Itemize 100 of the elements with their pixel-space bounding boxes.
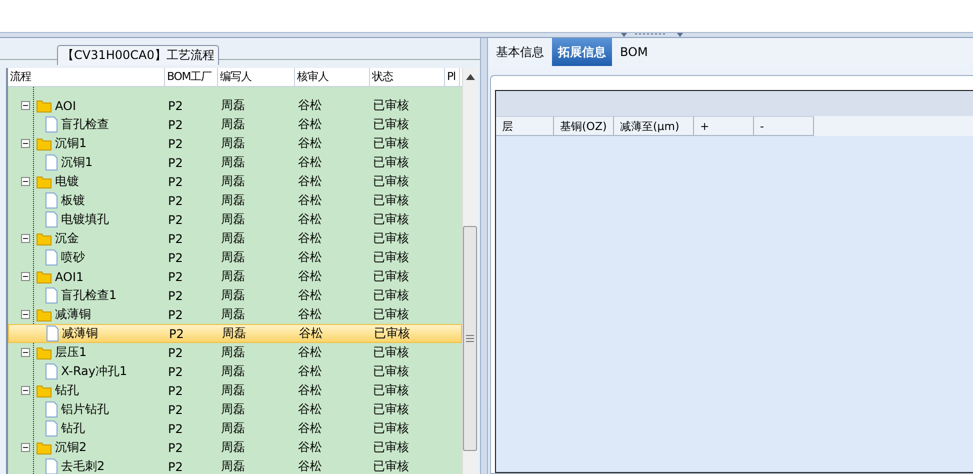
- table-cell-text: 已审核: [372, 420, 410, 437]
- table-cell-text: 谷松: [297, 287, 323, 304]
- table-cell-text: 谷松: [297, 211, 323, 228]
- tab[interactable]: 拓展信息: [552, 38, 612, 66]
- tree-row[interactable]: 钻孔 P2 周磊 谷松 已审核: [8, 381, 462, 400]
- table-cell-text: 已审核: [372, 116, 410, 133]
- collapse-icon[interactable]: [21, 386, 30, 395]
- tree-row[interactable]: 减薄铜 P2 周磊 谷松 已审核: [8, 305, 462, 324]
- scroll-up-icon[interactable]: [466, 74, 474, 80]
- tree-row[interactable]: 喷砂 P2 周磊 谷松 已审核: [8, 248, 462, 267]
- table-cell-text: 已审核: [372, 306, 410, 323]
- column-header[interactable]: 核审人: [295, 68, 370, 86]
- tree-row[interactable]: AOI1 P2 周磊 谷松 已审核: [8, 267, 462, 286]
- column-header[interactable]: BOM工厂: [165, 68, 218, 86]
- step-name: 减薄铜: [55, 306, 91, 323]
- tree-row[interactable]: 盲孔检查1 P2 周磊 谷松 已审核: [8, 286, 462, 305]
- collapse-icon[interactable]: [21, 139, 30, 148]
- collapse-icon[interactable]: [21, 234, 30, 243]
- step-name: 铝片钻孔: [61, 401, 109, 418]
- folder-icon: [36, 346, 52, 360]
- table-cell-text: 周磊: [220, 306, 246, 323]
- table-cell-text: P2: [167, 440, 184, 454]
- column-header[interactable]: Pl: [445, 68, 460, 86]
- tree-row[interactable]: 电镀填孔 P2 周磊 谷松 已审核: [8, 210, 462, 229]
- column-header[interactable]: 状态: [370, 68, 445, 86]
- tree-row[interactable]: 沉铜1 P2 周磊 谷松 已审核: [8, 153, 462, 172]
- step-name: X-Ray冲孔1: [61, 363, 128, 380]
- step-name: 钻孔: [55, 382, 79, 399]
- collapse-icon[interactable]: [21, 348, 30, 357]
- table-cell-text: 谷松: [297, 363, 323, 380]
- tree-row[interactable]: X-Ray冲孔1 P2 周磊 谷松 已审核: [8, 362, 462, 381]
- step-name: 沉铜2: [55, 439, 87, 456]
- column-header[interactable]: +: [694, 116, 754, 136]
- collapse-icon[interactable]: [21, 101, 30, 110]
- document-icon: [45, 192, 58, 209]
- tree-row[interactable]: 电镀 P2 周磊 谷松 已审核: [8, 172, 462, 191]
- table-cell-text: 周磊: [220, 249, 246, 266]
- table-cell-text: 已审核: [372, 401, 410, 418]
- table-cell-text: 谷松: [297, 192, 323, 209]
- collapse-icon[interactable]: [21, 177, 30, 186]
- table-cell-text: 周磊: [220, 363, 246, 380]
- splitter-grip-icon[interactable]: [620, 33, 682, 39]
- column-header[interactable]: 减薄至(μm): [614, 116, 694, 136]
- tree-row[interactable]: 钻孔 P2 周磊 谷松 已审核: [8, 419, 462, 438]
- table-cell-text: 谷松: [297, 420, 323, 437]
- scrollbar[interactable]: [462, 68, 477, 474]
- step-name: 盲孔检查1: [61, 287, 117, 304]
- table-cell-text: 已审核: [373, 325, 411, 342]
- table-cell-text: 谷松: [297, 173, 323, 190]
- tab[interactable]: BOM: [614, 38, 654, 66]
- document-icon: [45, 401, 58, 418]
- step-name: 电镀填孔: [61, 211, 109, 228]
- tree-row[interactable]: 沉金 P2 周磊 谷松 已审核: [8, 229, 462, 248]
- table-cell-text: P2: [167, 174, 184, 188]
- tree-row[interactable]: 层压1 P2 周磊 谷松 已审核: [8, 343, 462, 362]
- table-cell-text: 谷松: [298, 325, 324, 342]
- tree-row[interactable]: 盲孔检查 P2 周磊 谷松 已审核: [8, 115, 462, 134]
- table-cell-text: P2: [167, 422, 184, 436]
- column-header[interactable]: 编写人: [218, 68, 295, 86]
- table-cell-text: 已审核: [372, 249, 410, 266]
- scroll-thumb[interactable]: [463, 226, 477, 451]
- tree-row[interactable]: AOI P2 周磊 谷松 已审核: [8, 96, 462, 115]
- table-cell-text: P2: [167, 98, 184, 112]
- table-cell-text: 已审核: [372, 344, 410, 361]
- column-header[interactable]: 层: [496, 116, 554, 136]
- document-icon: [46, 325, 59, 342]
- collapse-icon[interactable]: [21, 443, 30, 452]
- tree-row[interactable]: 减薄铜 P2 周磊 谷松 已审核: [8, 324, 462, 343]
- tree-row[interactable]: 沉铜1 P2 周磊 谷松 已审核: [8, 134, 462, 153]
- table-cell-text: 谷松: [297, 344, 323, 361]
- tab[interactable]: 基本信息: [490, 38, 550, 66]
- column-header[interactable]: 流程: [8, 68, 165, 86]
- collapse-icon[interactable]: [21, 272, 30, 281]
- table-cell-text: P2: [167, 270, 184, 284]
- tree-row[interactable]: 去毛刺2 P2 周磊 谷松 已审核: [8, 457, 462, 474]
- tree-row[interactable]: 板镀 P2 周磊 谷松 已审核: [8, 191, 462, 210]
- table-cell-text: 已审核: [372, 154, 410, 171]
- table-cell-text: 谷松: [297, 458, 323, 474]
- table-cell-text: 周磊: [220, 230, 246, 247]
- table-cell-text: 已审核: [372, 268, 410, 285]
- tree-row[interactable]: 沉铜2 P2 周磊 谷松 已审核: [8, 438, 462, 457]
- step-name: 沉金: [55, 230, 79, 247]
- table-cell-text: P2: [167, 250, 184, 264]
- table-cell-text: P2: [167, 118, 184, 132]
- table-cell-text: 已审核: [372, 287, 410, 304]
- table-cell-text: P2: [167, 212, 184, 226]
- table-cell-text: P2: [167, 194, 184, 208]
- collapse-icon[interactable]: [21, 310, 30, 319]
- tree-row[interactable]: 铝片钻孔 P2 周磊 谷松 已审核: [8, 400, 462, 419]
- table-cell-text: P2: [167, 308, 184, 322]
- document-icon: [45, 211, 58, 228]
- table-cell-text: 谷松: [297, 306, 323, 323]
- table-cell-text: 周磊: [220, 382, 246, 399]
- table-cell-text: 谷松: [297, 230, 323, 247]
- column-header[interactable]: 基铜(OZ): [554, 116, 614, 136]
- table-cell-text: 已审核: [372, 439, 410, 456]
- document-icon: [45, 154, 58, 171]
- table-cell-text: 谷松: [297, 249, 323, 266]
- column-header[interactable]: -: [754, 116, 814, 136]
- folder-icon: [36, 270, 52, 284]
